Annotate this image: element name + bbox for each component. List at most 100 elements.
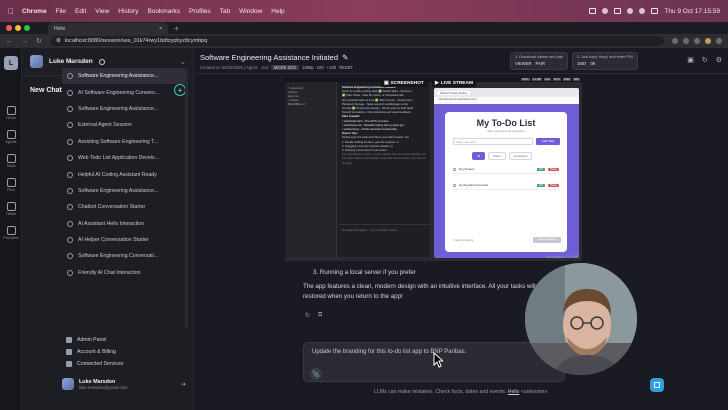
menu-bookmarks[interactable]: Bookmarks [147, 8, 180, 15]
menu-dots-icon[interactable] [716, 38, 722, 44]
extension-icon[interactable] [683, 38, 689, 44]
close-window-icon[interactable] [6, 25, 12, 31]
meta-value[interactable]: 100 [317, 65, 324, 70]
todo-checkbox[interactable] [453, 183, 456, 187]
delete-button[interactable]: Delete [548, 183, 559, 187]
rail-tasks[interactable]: Tasks [0, 154, 22, 168]
search-icon[interactable] [639, 8, 646, 14]
minimize-window-icon[interactable] [15, 25, 21, 31]
account-billing-link[interactable]: Account & Billing [62, 346, 186, 358]
forward-icon[interactable]: → [21, 38, 28, 45]
chat-item[interactable]: Assisting Software Engineering T... [62, 134, 186, 150]
clock[interactable]: Thu 9 Oct 17:15:59 [664, 8, 720, 15]
menu-help[interactable]: Help [271, 8, 284, 15]
mode-badge[interactable]: MODE 2EO [270, 65, 300, 70]
menu-view[interactable]: View [95, 8, 109, 15]
todo-checkbox[interactable] [453, 167, 456, 171]
site-info-icon[interactable]: ⚙ [56, 38, 61, 44]
rail-agents[interactable]: Agents [0, 130, 22, 144]
fullscreen-icon[interactable]: ▣ [687, 56, 694, 64]
reload-icon[interactable]: ↻ [36, 37, 42, 45]
composer-text[interactable]: Update the branding for this to-do list … [312, 349, 466, 355]
rail-label: Tables [5, 212, 17, 216]
menu-history[interactable]: History [118, 8, 138, 15]
avatar[interactable] [62, 378, 74, 390]
address-bar[interactable]: ⚙ localhost:8080/session/ses_01k74rwy1bd… [49, 36, 664, 46]
attach-icon[interactable]: 📎 [310, 368, 322, 380]
screenshot-tab[interactable]: ▣ SCREENSHOT [381, 80, 427, 87]
logout-icon[interactable]: ➜ [181, 381, 186, 388]
close-tab-icon[interactable]: × [159, 26, 162, 32]
menu-app[interactable]: Chrome [22, 8, 47, 15]
connected-services-link[interactable]: Connected Services [62, 358, 186, 370]
remote-desktop-stream[interactable]: 100% 2.1 MB 0.01 90 % 1080 OBS > index.h… [285, 78, 582, 261]
filter-completed[interactable]: Completed [508, 152, 533, 160]
rail-files[interactable]: Files [0, 178, 22, 192]
rail-tables[interactable]: Tables [0, 202, 22, 216]
meta-value[interactable]: +100 [327, 65, 336, 70]
screen-record-icon[interactable] [589, 8, 597, 14]
chat-list-scrollbar[interactable] [185, 68, 188, 328]
todo-item: do the kids homework Edit Delete [453, 181, 559, 190]
new-tab-icon[interactable]: + [174, 24, 179, 33]
firefox-url[interactable]: file:///home/retro/work/index.html [434, 97, 579, 104]
todo-input[interactable]: Add a new task... [453, 138, 533, 145]
chat-item[interactable]: Friendly AI Chat Interaction [62, 265, 186, 281]
help-fab-button[interactable] [650, 378, 664, 392]
reset-button[interactable]: RESET [339, 65, 353, 70]
chat-item[interactable]: Software Engineering Assistance... [62, 101, 186, 117]
admin-panel-link[interactable]: Admin Panel [62, 334, 186, 346]
chat-item[interactable]: AI Helper Conversation Starter [62, 232, 186, 248]
firefox-tab[interactable]: Firefox Privacy Notice [437, 90, 471, 95]
edit-icon[interactable]: ✎ [340, 53, 348, 62]
filter-all[interactable]: All [472, 152, 486, 160]
profile-avatar[interactable] [705, 38, 711, 44]
window-icon[interactable] [614, 8, 622, 14]
agent-input[interactable]: Message Zed Agent — @ to include context [339, 224, 430, 235]
control-center-icon[interactable] [651, 8, 659, 14]
chat-item[interactable]: Software Engineering Assistance... [62, 183, 186, 199]
filter-active[interactable]: Active [488, 152, 506, 160]
refresh-icon[interactable]: ↻ [702, 56, 708, 64]
menu-tab[interactable]: Tab [220, 8, 230, 15]
chat-item[interactable]: AI Software Engineering Convers... [62, 84, 186, 100]
status-icon[interactable] [602, 8, 609, 14]
chat-item[interactable]: Software Engineering Conversati... [62, 248, 186, 264]
org-logo[interactable]: L [4, 56, 18, 70]
extension-icon[interactable] [694, 38, 700, 44]
settings-icon[interactable]: ⚙ [716, 56, 722, 64]
tree-item[interactable]: README.md [288, 102, 333, 106]
chat-item[interactable]: External Agent Session [62, 117, 186, 133]
edit-button[interactable]: Edit [536, 167, 546, 171]
clear-completed-button[interactable]: Clear Completed [533, 237, 561, 243]
regenerate-icon[interactable]: ↻ [305, 312, 310, 319]
pair-button[interactable]: PAIR [536, 61, 545, 66]
chat-item[interactable]: AI Assistant Hello Interaction [62, 216, 186, 232]
meta-resolution[interactable]: 1080p [302, 65, 314, 70]
menu-file[interactable]: File [56, 8, 66, 15]
apple-icon[interactable]:  [8, 7, 14, 16]
rail-providers[interactable]: Providers [0, 226, 22, 240]
browser-tab[interactable]: Helix × [48, 23, 168, 34]
chat-item[interactable]: Helpful AI Coding Assistant Ready [62, 166, 186, 182]
delete-button[interactable]: Delete [548, 167, 559, 171]
chat-item[interactable]: Web Todo List Application Develo... [62, 150, 186, 166]
add-task-button[interactable]: Add Task [536, 138, 560, 145]
helix-link[interactable]: Helix [508, 389, 520, 395]
chevron-down-icon[interactable]: ⌄ [180, 58, 186, 66]
live-stream-tab[interactable]: ▶ LIVE STREAM [432, 80, 476, 87]
edit-button[interactable]: Edit [536, 183, 546, 187]
bookmark-icon[interactable] [672, 38, 678, 44]
chat-item[interactable]: Chatbot Conversation Starter [62, 199, 186, 215]
copy-icon[interactable]: ⧉ [318, 312, 322, 319]
menu-window[interactable]: Window [239, 8, 262, 15]
menu-profiles[interactable]: Profiles [189, 8, 211, 15]
wifi-icon[interactable] [627, 8, 634, 14]
back-icon[interactable]: ← [6, 38, 13, 45]
menu-edit[interactable]: Edit [75, 8, 86, 15]
rail-home[interactable]: Home [0, 106, 22, 120]
zoom-window-icon[interactable] [24, 25, 30, 31]
pin-code: 1587 [577, 61, 587, 66]
chat-item-active[interactable]: Software Engineering Assistance... [62, 68, 186, 85]
viewer-button[interactable]: VIEWER [515, 61, 532, 66]
